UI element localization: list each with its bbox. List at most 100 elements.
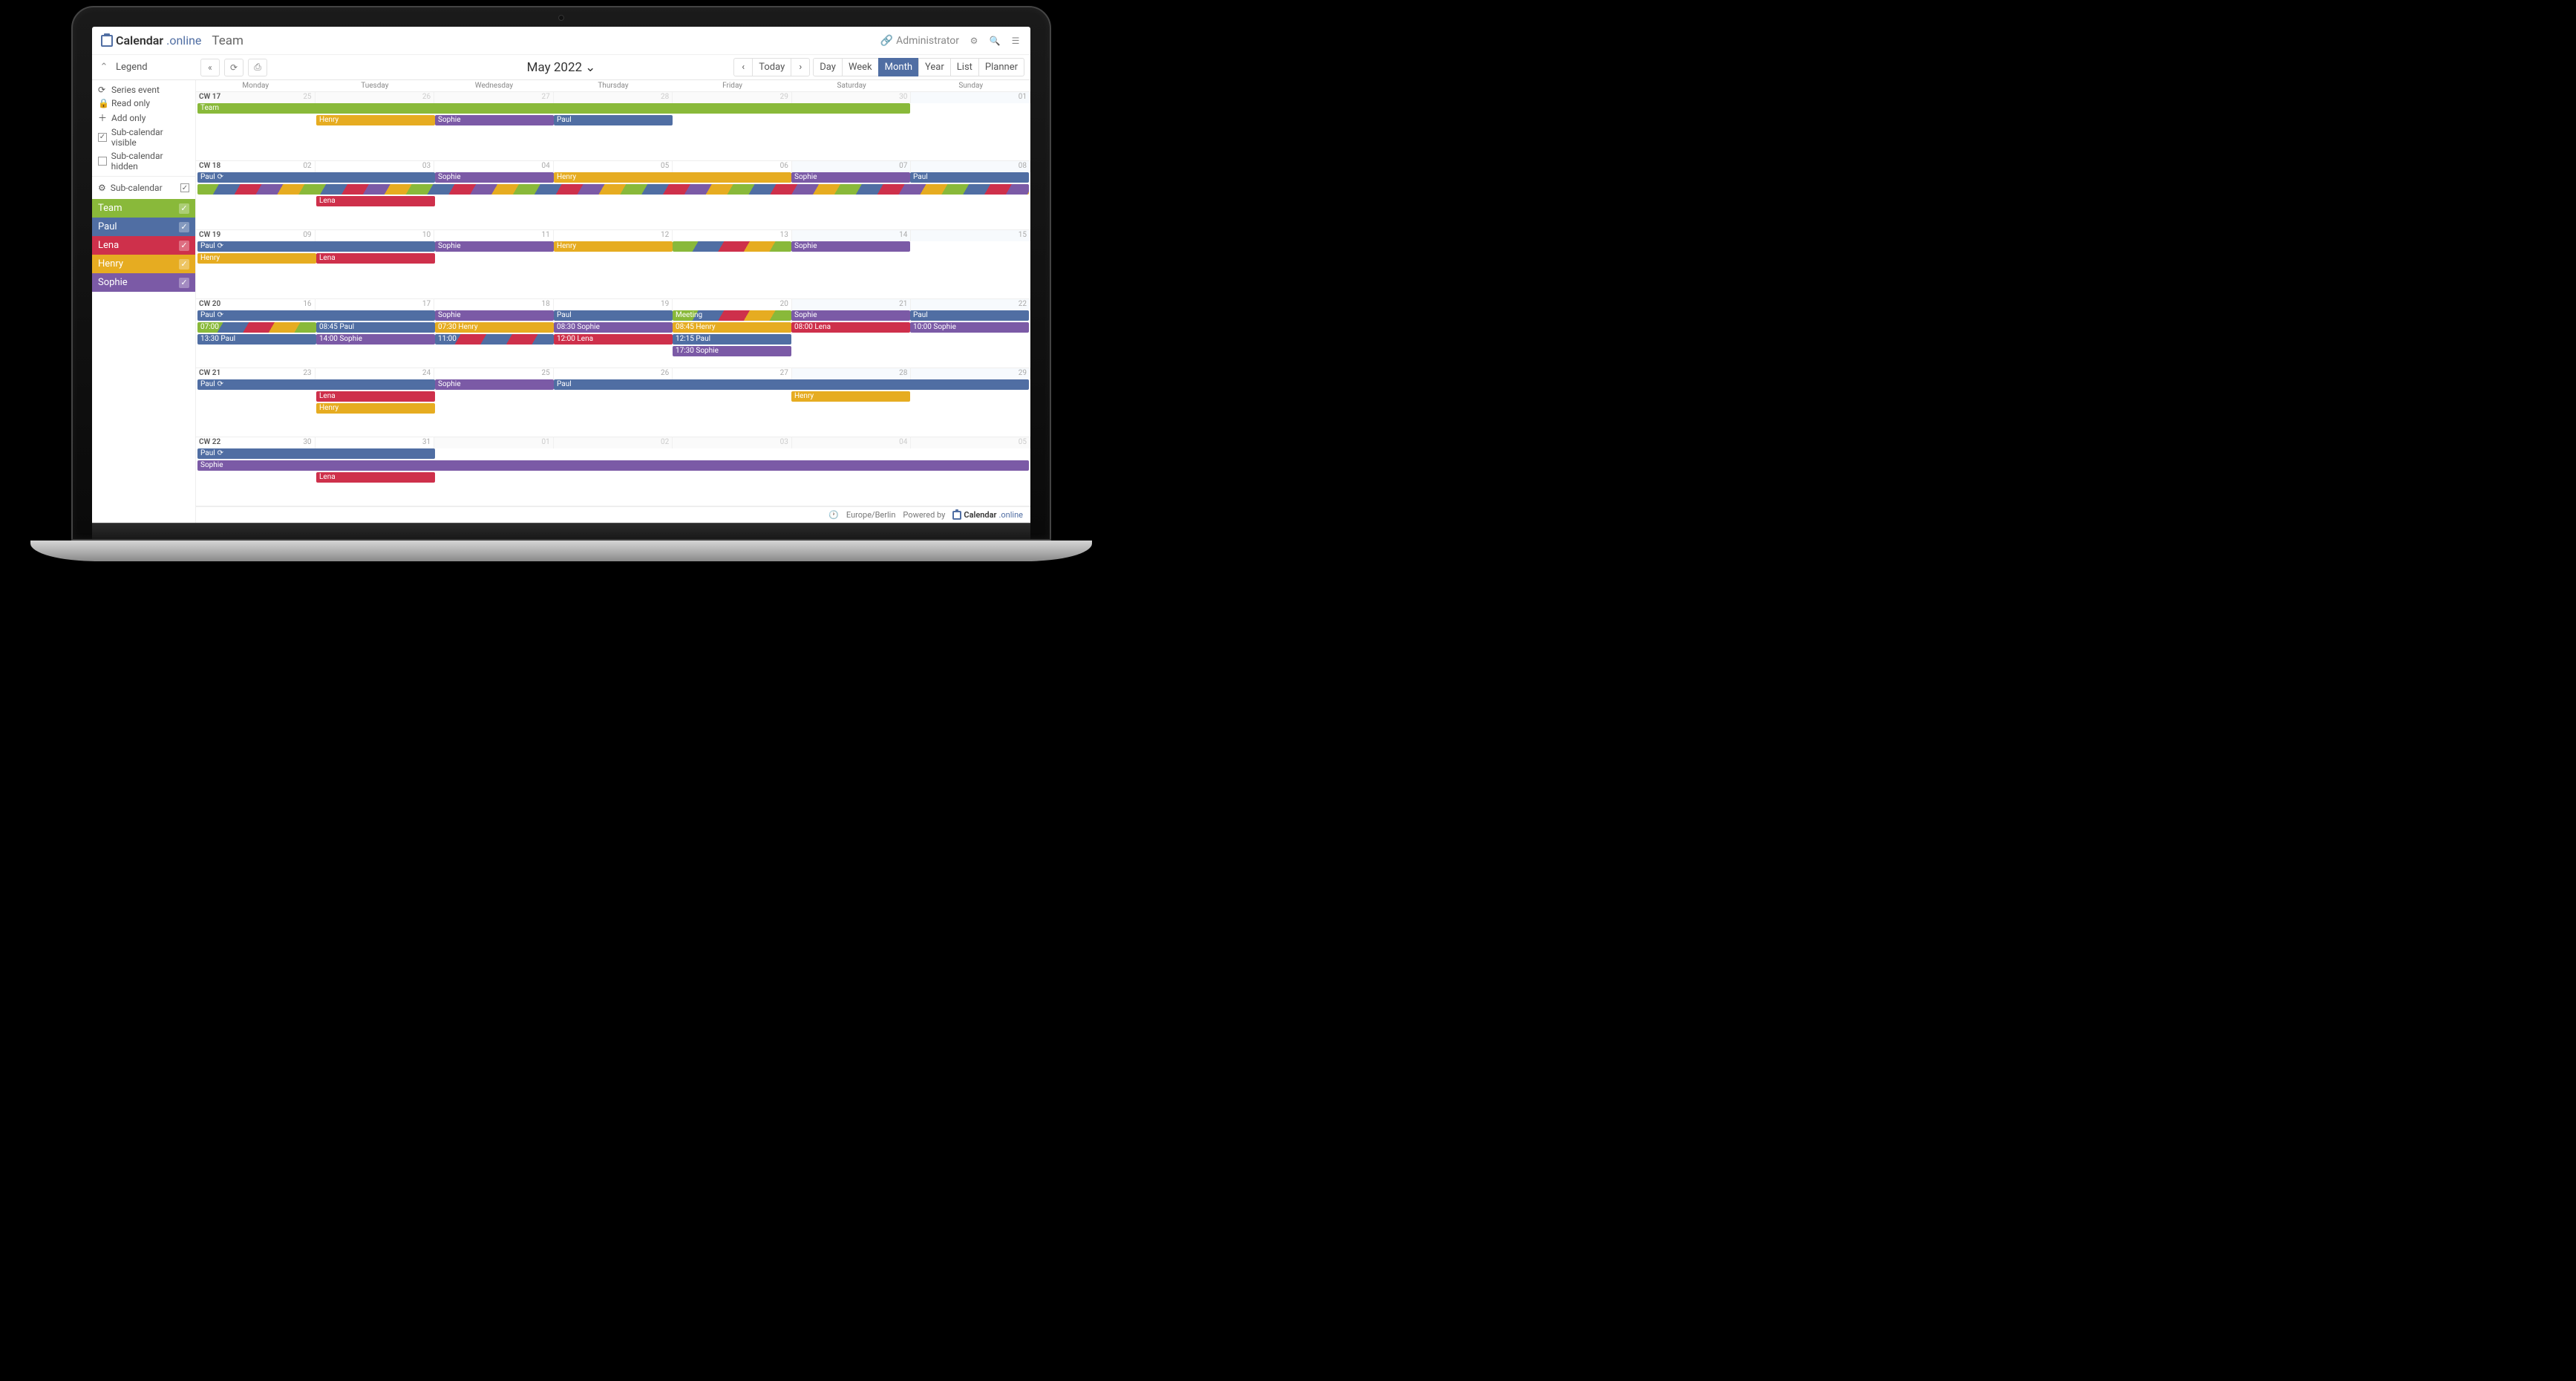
day-cell[interactable]: 05	[911, 437, 1030, 448]
calendar-event[interactable]: 12:15 Paul	[673, 334, 791, 345]
footer-logo[interactable]: Calendar.online	[952, 510, 1023, 520]
subcal-toggle-all[interactable]: ✓	[180, 183, 189, 192]
day-cell[interactable]: CW 2016	[196, 299, 316, 310]
checkbox-icon[interactable]: ✓	[179, 278, 189, 288]
calendar-event[interactable]: Henry	[554, 172, 791, 183]
gear-icon[interactable]: ⚙	[98, 183, 106, 193]
day-cell[interactable]: 07	[792, 161, 912, 172]
calendar-event[interactable]: Paul	[197, 310, 435, 321]
day-cell[interactable]: 03	[316, 161, 435, 172]
calendar-event[interactable]: Sophie	[435, 241, 554, 252]
gear-icon[interactable]: ⚙	[968, 35, 980, 47]
calendar-event[interactable]: Paul	[554, 310, 673, 321]
day-cell[interactable]: 29	[673, 92, 792, 103]
day-cell[interactable]: 03	[673, 437, 792, 448]
day-cell[interactable]: CW 1802	[196, 161, 316, 172]
day-cell[interactable]: 08	[911, 161, 1030, 172]
calendar-event[interactable]: Paul	[197, 448, 435, 459]
day-cell[interactable]: 22	[911, 299, 1030, 310]
day-cell[interactable]: CW 2230	[196, 437, 316, 448]
brand-logo[interactable]: Calendar.online	[101, 33, 201, 48]
day-cell[interactable]: 27	[673, 368, 792, 379]
calendar-event[interactable]: Sophie	[435, 115, 554, 125]
view-day-button[interactable]: Day	[813, 58, 843, 76]
search-icon[interactable]: 🔍	[989, 35, 1001, 47]
calendar-event[interactable]: Paul	[197, 379, 435, 390]
day-cell[interactable]: 12	[554, 230, 673, 241]
subcal-item-team[interactable]: Team✓	[92, 199, 195, 218]
calendar-event[interactable]: Sophie	[435, 310, 554, 321]
calendar-event[interactable]: 12:00 Lena	[554, 334, 673, 345]
day-cell[interactable]: 20	[673, 299, 792, 310]
collapse-icon[interactable]: ⌃	[98, 62, 110, 74]
calendar-event[interactable]: Sophie	[791, 241, 910, 252]
day-cell[interactable]: 13	[673, 230, 792, 241]
calendar-event[interactable]: Team	[197, 103, 910, 114]
day-cell[interactable]: 06	[673, 161, 792, 172]
day-cell[interactable]: CW 1909	[196, 230, 316, 241]
calendar-event[interactable]: Paul	[910, 310, 1029, 321]
timezone-label[interactable]: Europe/Berlin	[846, 510, 896, 520]
day-cell[interactable]: 28	[554, 92, 673, 103]
calendar-event[interactable]: Lena	[316, 196, 435, 206]
checkbox-icon[interactable]: ✓	[179, 241, 189, 251]
view-month-button[interactable]: Month	[878, 58, 919, 76]
day-cell[interactable]: 01	[434, 437, 554, 448]
calendar-event[interactable]: Henry	[316, 115, 435, 125]
day-cell[interactable]: 15	[911, 230, 1030, 241]
calendar-event[interactable]: 08:45 Paul	[316, 322, 435, 333]
menu-icon[interactable]: ☰	[1010, 35, 1021, 47]
day-cell[interactable]: 30	[792, 92, 912, 103]
calendar-event[interactable]: 11:00	[435, 334, 554, 345]
calendar-event[interactable]: Paul	[554, 115, 673, 125]
next-button[interactable]: ›	[791, 58, 810, 76]
subcal-item-lena[interactable]: Lena✓	[92, 236, 195, 255]
day-cell[interactable]: 04	[792, 437, 912, 448]
day-cell[interactable]: 25	[434, 368, 554, 379]
day-cell[interactable]: 05	[554, 161, 673, 172]
day-cell[interactable]: CW 1725	[196, 92, 316, 103]
calendar-event[interactable]: 07:00	[197, 322, 316, 333]
subcal-item-paul[interactable]: Paul✓	[92, 218, 195, 236]
calendar-event[interactable]: Sophie	[197, 460, 1029, 471]
calendar-event[interactable]: Meeting	[673, 310, 791, 321]
calendar-event[interactable]: 07:30 Henry	[435, 322, 554, 333]
calendar-event[interactable]	[197, 184, 1029, 195]
calendar-event[interactable]: Henry	[197, 253, 316, 264]
calendar-event[interactable]: Lena	[316, 391, 435, 402]
day-cell[interactable]: 11	[434, 230, 554, 241]
calendar-event[interactable]: Lena	[316, 253, 435, 264]
day-cell[interactable]: 18	[434, 299, 554, 310]
day-cell[interactable]: 28	[792, 368, 912, 379]
admin-link[interactable]: 🔗 Administrator	[880, 35, 959, 47]
calendar-event[interactable]: Paul	[197, 172, 435, 183]
calendar-event[interactable]: Henry	[316, 403, 435, 414]
calendar-event[interactable]	[673, 241, 791, 252]
day-cell[interactable]: 19	[554, 299, 673, 310]
subcal-item-sophie[interactable]: Sophie✓	[92, 273, 195, 292]
today-button[interactable]: Today	[752, 58, 791, 76]
day-cell[interactable]: 24	[316, 368, 435, 379]
month-picker[interactable]: May 2022 ⌄	[527, 60, 596, 75]
calendar-event[interactable]: 17:30 Sophie	[673, 346, 791, 356]
calendar-event[interactable]: 10:00 Sophie	[910, 322, 1029, 333]
calendar-event[interactable]: 08:45 Henry	[673, 322, 791, 333]
subcal-item-henry[interactable]: Henry✓	[92, 255, 195, 273]
view-planner-button[interactable]: Planner	[978, 58, 1024, 76]
calendar-event[interactable]: 13:30 Paul	[197, 334, 316, 345]
day-cell[interactable]: 26	[554, 368, 673, 379]
day-cell[interactable]: 04	[434, 161, 554, 172]
refresh-button[interactable]: ⟳	[224, 59, 243, 76]
day-cell[interactable]: 29	[911, 368, 1030, 379]
day-cell[interactable]: CW 2123	[196, 368, 316, 379]
calendar-event[interactable]: Paul	[197, 241, 435, 252]
calendar-event[interactable]: Sophie	[791, 310, 910, 321]
calendar-event[interactable]: 14:00 Sophie	[316, 334, 435, 345]
day-cell[interactable]: 02	[554, 437, 673, 448]
day-cell[interactable]: 26	[316, 92, 435, 103]
calendar-event[interactable]: 08:30 Sophie	[554, 322, 673, 333]
calendar-event[interactable]: Sophie	[435, 379, 554, 390]
calendar-event[interactable]: Henry	[554, 241, 673, 252]
day-cell[interactable]: 31	[316, 437, 435, 448]
view-list-button[interactable]: List	[950, 58, 979, 76]
